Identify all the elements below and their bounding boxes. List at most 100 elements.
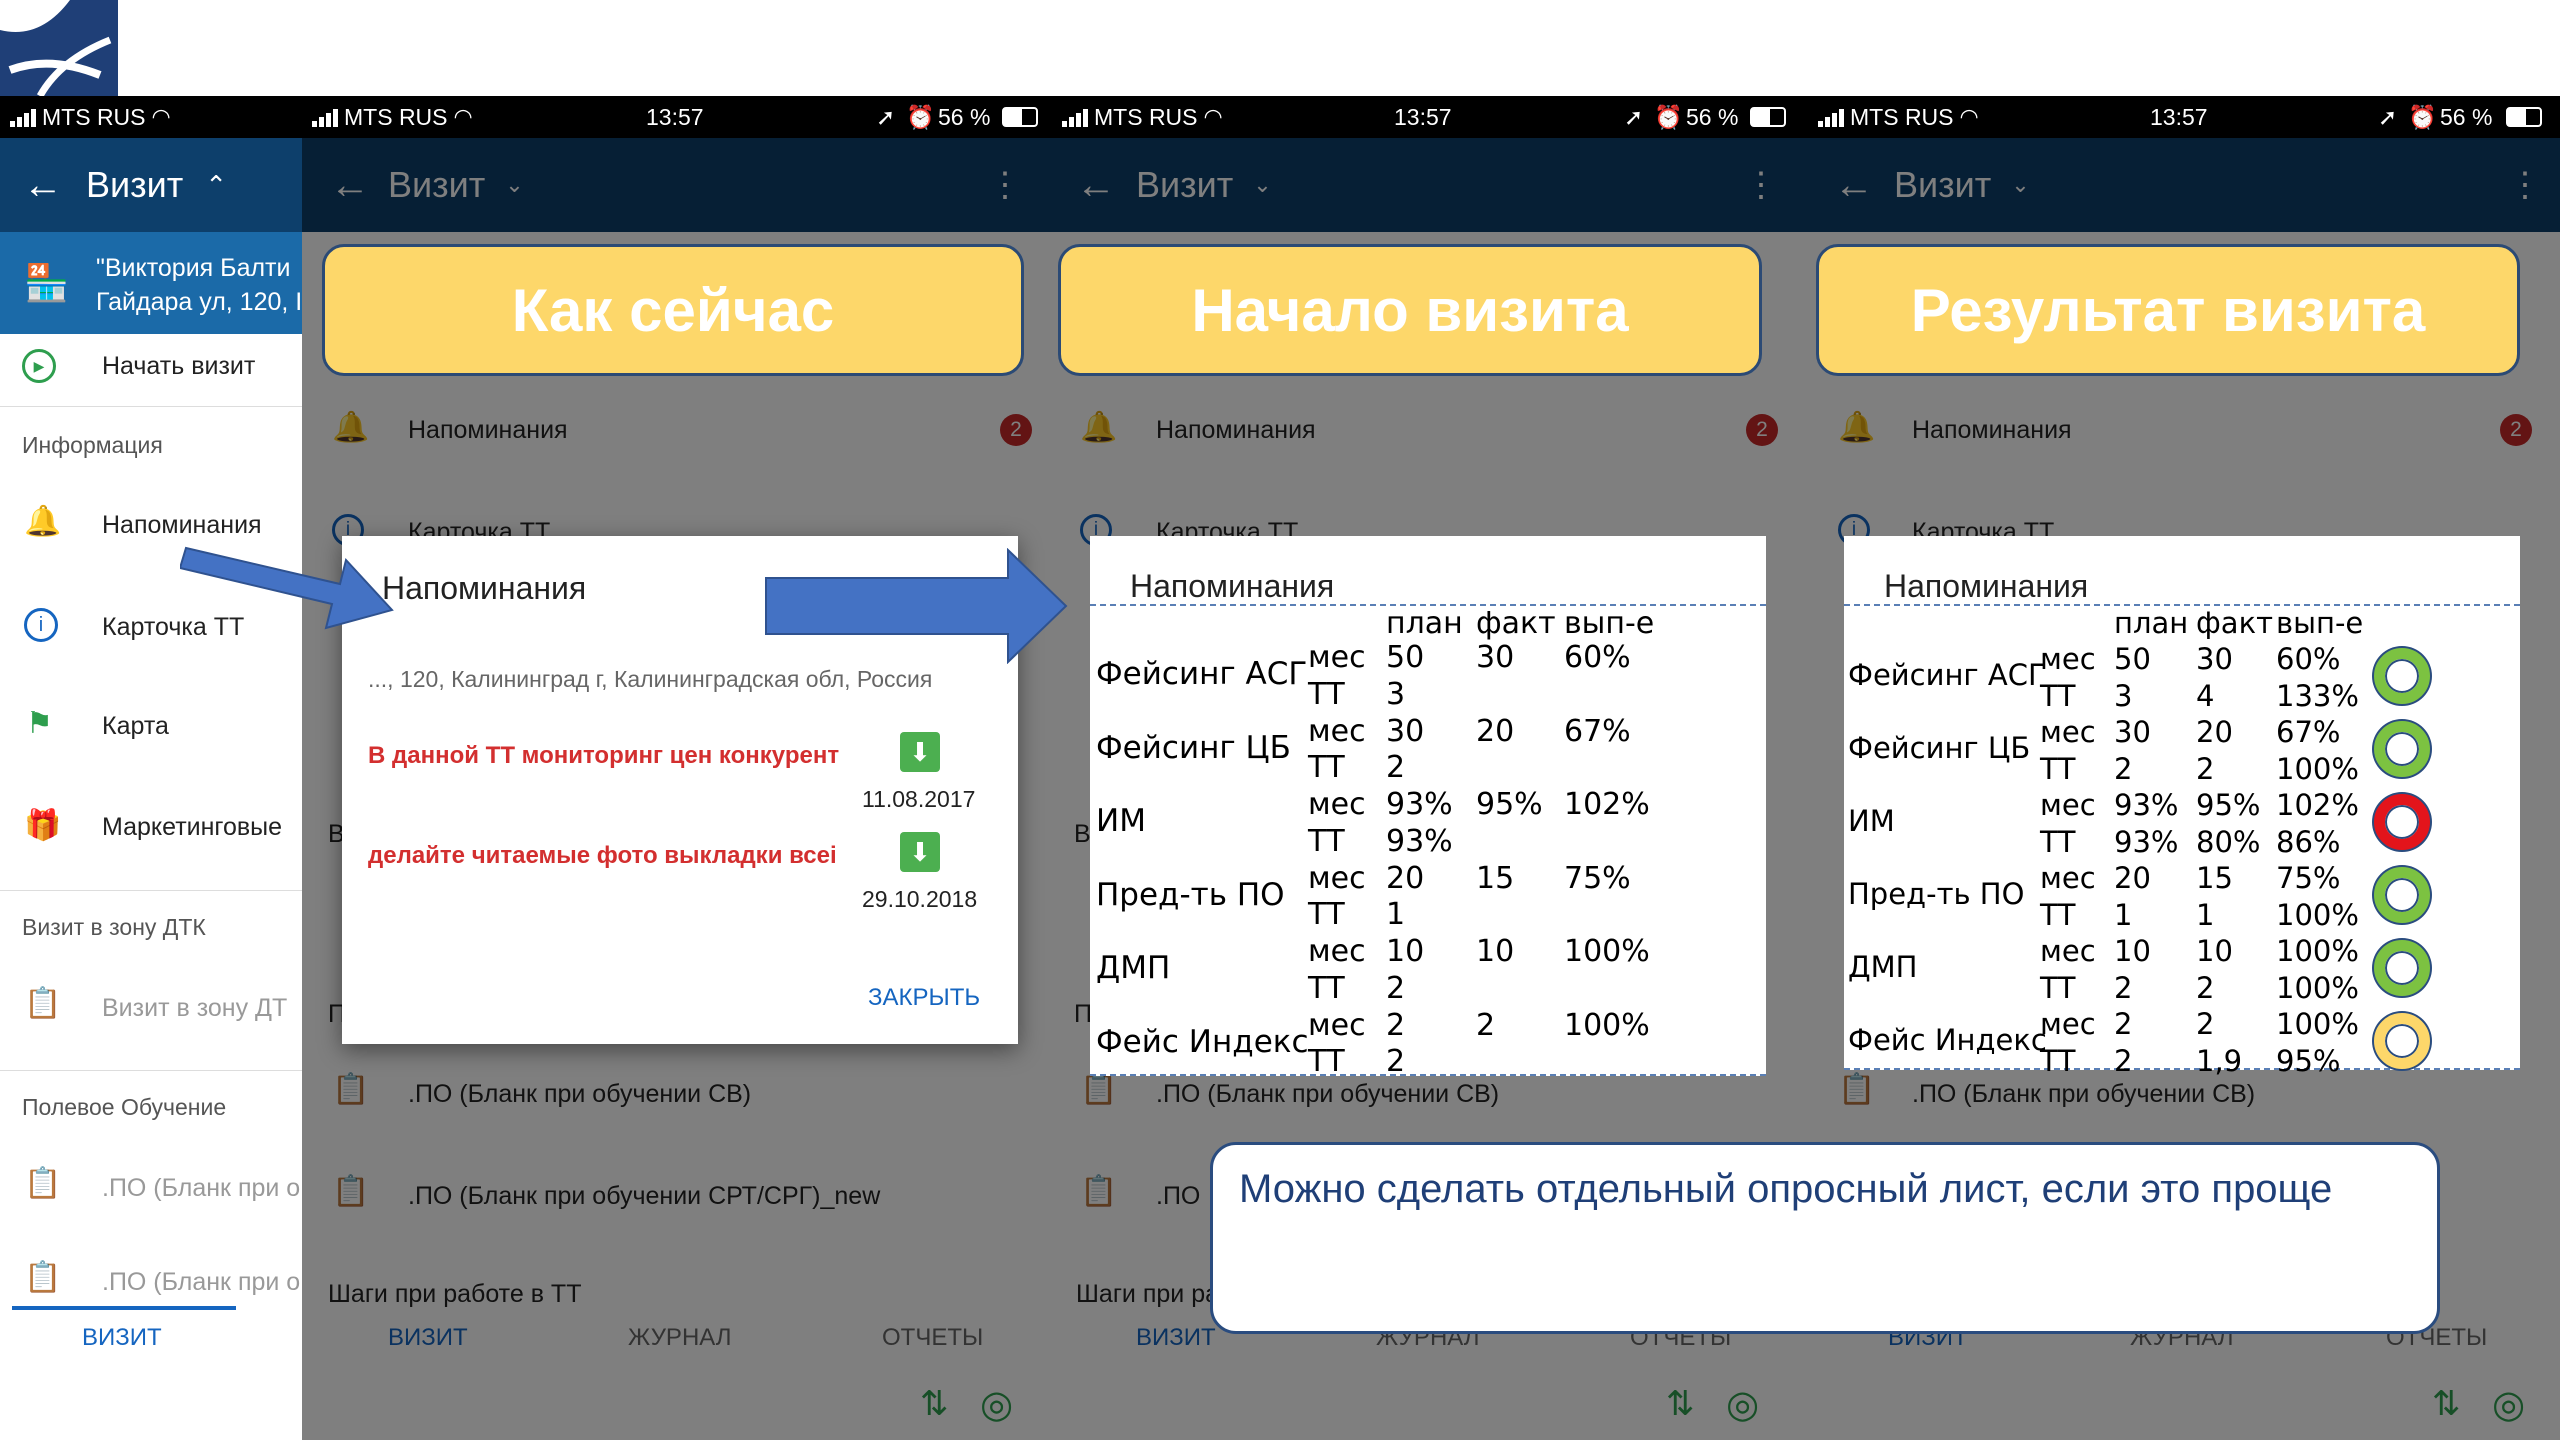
clock: 13:57 bbox=[1394, 103, 1452, 130]
reminder-date-1: 11.08.2017 bbox=[862, 786, 976, 812]
kpi-name: Пред-ть ПО bbox=[1848, 877, 2025, 912]
status-ring-icon bbox=[2374, 648, 2430, 704]
kpi-month-cell: мес bbox=[1308, 713, 1366, 749]
kpi-tt-cell: 80% bbox=[2196, 824, 2261, 859]
download-icon[interactable]: ⬇ bbox=[900, 732, 940, 772]
kpi-month-cell: 60% bbox=[1564, 640, 1631, 675]
download-icon[interactable]: ⬇ bbox=[900, 832, 940, 872]
menu-header[interactable]: ← Визит ⌃ bbox=[0, 138, 302, 232]
status-bar: MTS RUS ◠ 13:57 ➚ ⏰ 56 % bbox=[1050, 96, 1808, 138]
kpi-tt-cell: ТТ bbox=[2040, 970, 2076, 1005]
kpi-name: Пред-ть ПО bbox=[1096, 876, 1285, 913]
kpi-month-cell: 100% bbox=[2276, 934, 2359, 968]
store-header[interactable]: 🏪 "Виктория Балти Гайдара ул, 120, I bbox=[0, 232, 302, 334]
kpi-month-cell: 93% bbox=[1386, 787, 1453, 822]
note-text: Можно сделать отдельный опросный лист, е… bbox=[1239, 1167, 2333, 1211]
signal-icon bbox=[312, 107, 338, 127]
menu-training-1[interactable]: .ПО (Бланк при о bbox=[102, 1174, 300, 1203]
kpi-month-cell: 2 bbox=[1476, 1007, 1496, 1043]
kpi-tt-cell: 93% bbox=[2114, 824, 2179, 859]
kpi-month-cell: 30 bbox=[2114, 715, 2151, 749]
kpi-name: Фейсинг ЦБ bbox=[1096, 729, 1291, 766]
status-ring-icon bbox=[2374, 794, 2430, 850]
kpi-tt-cell: 1 bbox=[1386, 897, 1406, 933]
kpi-tt-cell: ТТ bbox=[1308, 750, 1345, 786]
menu-training-2[interactable]: .ПО (Бланк при о bbox=[102, 1268, 300, 1297]
kpi-tt-cell: 93% bbox=[1386, 823, 1453, 859]
carrier-label: MTS RUS bbox=[1094, 103, 1198, 130]
kpi-tt-cell: ТТ bbox=[1308, 897, 1345, 933]
battery-icon bbox=[1002, 107, 1038, 127]
divider bbox=[0, 406, 302, 407]
kpi-tt-cell: ТТ bbox=[1308, 823, 1345, 859]
kpi-month-cell: 10 bbox=[2114, 934, 2151, 968]
divider bbox=[0, 1070, 302, 1071]
reminder-text-2: делайте читаемые фото выкладки всеі bbox=[368, 842, 837, 869]
kpi-tt-cell: ТТ bbox=[2040, 751, 2076, 786]
info-icon: i bbox=[24, 608, 58, 642]
menu-marketing[interactable]: Маркетинговые bbox=[102, 813, 282, 842]
kpi-grid: план факт вып-е Фейсинг АСГ мес ТТ 50 3 30 60%… bbox=[1090, 606, 1766, 1080]
gift-icon: 🎁 bbox=[24, 809, 62, 842]
kpi-month-cell: 30 bbox=[1476, 640, 1515, 675]
kpi-tt-cell: 2 bbox=[2196, 970, 2215, 1005]
clipboard-icon: 📋 bbox=[24, 987, 62, 1020]
kpi-month-cell: 15 bbox=[2196, 861, 2233, 895]
kpi-tt-cell: 1,9 bbox=[2196, 1043, 2243, 1078]
kpi-month-cell: 15 bbox=[1476, 860, 1515, 896]
banner-start: Начало визита bbox=[1058, 244, 1762, 376]
kpi-tt-cell: 100% bbox=[2276, 897, 2359, 932]
location-icon: ➚ bbox=[2378, 103, 2398, 130]
slide: MTS RUS ◠ MTS RUS ◠ 13:57 ➚ ⏰ 56 % MTS R… bbox=[0, 0, 2560, 1440]
kpi-tt-cell: 2 bbox=[1386, 1044, 1406, 1080]
menu-dtk-visit[interactable]: Визит в зону ДТ bbox=[102, 994, 287, 1023]
clipboard-icon: 📋 bbox=[24, 1167, 62, 1200]
kpi-month-cell: 20 bbox=[1386, 860, 1425, 896]
reminder-date-2: 29.10.2018 bbox=[862, 886, 978, 912]
kpi-month-cell: 100% bbox=[2276, 1007, 2359, 1041]
kpi-name: Фейс Индекс bbox=[1096, 1023, 1309, 1060]
note-box: Можно сделать отдельный опросный лист, е… bbox=[1210, 1142, 2440, 1334]
status-bar: MTS RUS ◠ bbox=[0, 96, 302, 138]
battery-icon bbox=[2506, 107, 2542, 127]
kpi-tt-cell: 2 bbox=[2114, 970, 2133, 1005]
battery-label: 56 % bbox=[2440, 103, 2493, 130]
kpi-month-cell: мес bbox=[2040, 788, 2096, 822]
kpi-tt-cell: 1 bbox=[2196, 897, 2215, 932]
kpi-month-cell: 20 bbox=[2114, 861, 2151, 895]
location-icon: ➚ bbox=[876, 103, 896, 130]
kpi-table-result: Напоминания план факт вып-е Фейсинг АСГ м… bbox=[1844, 536, 2520, 1078]
table-title: Напоминания bbox=[1884, 568, 2089, 604]
kpi-month-cell: 10 bbox=[2196, 934, 2233, 968]
kpi-month-cell: 10 bbox=[1386, 934, 1425, 969]
tab-indicator bbox=[12, 1306, 236, 1310]
signal-icon bbox=[1818, 107, 1844, 127]
menu-map[interactable]: Карта bbox=[102, 712, 169, 741]
kpi-tt-cell: 4 bbox=[2196, 678, 2215, 713]
banner-text: Начало визита bbox=[1191, 276, 1629, 344]
kpi-tt-cell: 2 bbox=[1386, 970, 1406, 1006]
kpi-month-cell: 95% bbox=[1476, 787, 1543, 822]
kpi-month-cell: 67% bbox=[2276, 715, 2341, 749]
divider bbox=[0, 890, 302, 891]
kpi-month-cell: 93% bbox=[2114, 788, 2179, 822]
chevron-up-icon[interactable]: ⌃ bbox=[205, 170, 227, 201]
clock: 13:57 bbox=[646, 103, 704, 130]
tab-visit[interactable]: ВИЗИТ bbox=[82, 1324, 162, 1352]
kpi-tt-cell: 3 bbox=[1386, 676, 1406, 712]
wifi-icon: ◠ bbox=[1959, 104, 1979, 129]
kpi-month-cell: 67% bbox=[1564, 713, 1631, 749]
signal-icon bbox=[1062, 107, 1088, 127]
alarm-icon: ⏰ bbox=[906, 103, 935, 130]
close-button[interactable]: ЗАКРЫТЬ bbox=[868, 984, 980, 1012]
kpi-table-start: Напоминания план факт вып-е Фейсинг АСГ м… bbox=[1090, 536, 1766, 1080]
carrier-label: MTS RUS bbox=[1850, 103, 1954, 130]
kpi-tt-cell: ТТ bbox=[2040, 897, 2076, 932]
kpi-month-cell: 2 bbox=[1386, 1007, 1406, 1043]
kpi-month-cell: мес bbox=[1308, 860, 1366, 896]
arrow-icon bbox=[765, 548, 1068, 664]
menu-start-visit[interactable]: Начать визит bbox=[102, 352, 255, 381]
back-arrow-icon[interactable]: ← bbox=[0, 163, 86, 208]
kpi-name: ДМП bbox=[1096, 950, 1171, 987]
kpi-tt-cell: 86% bbox=[2276, 824, 2341, 859]
